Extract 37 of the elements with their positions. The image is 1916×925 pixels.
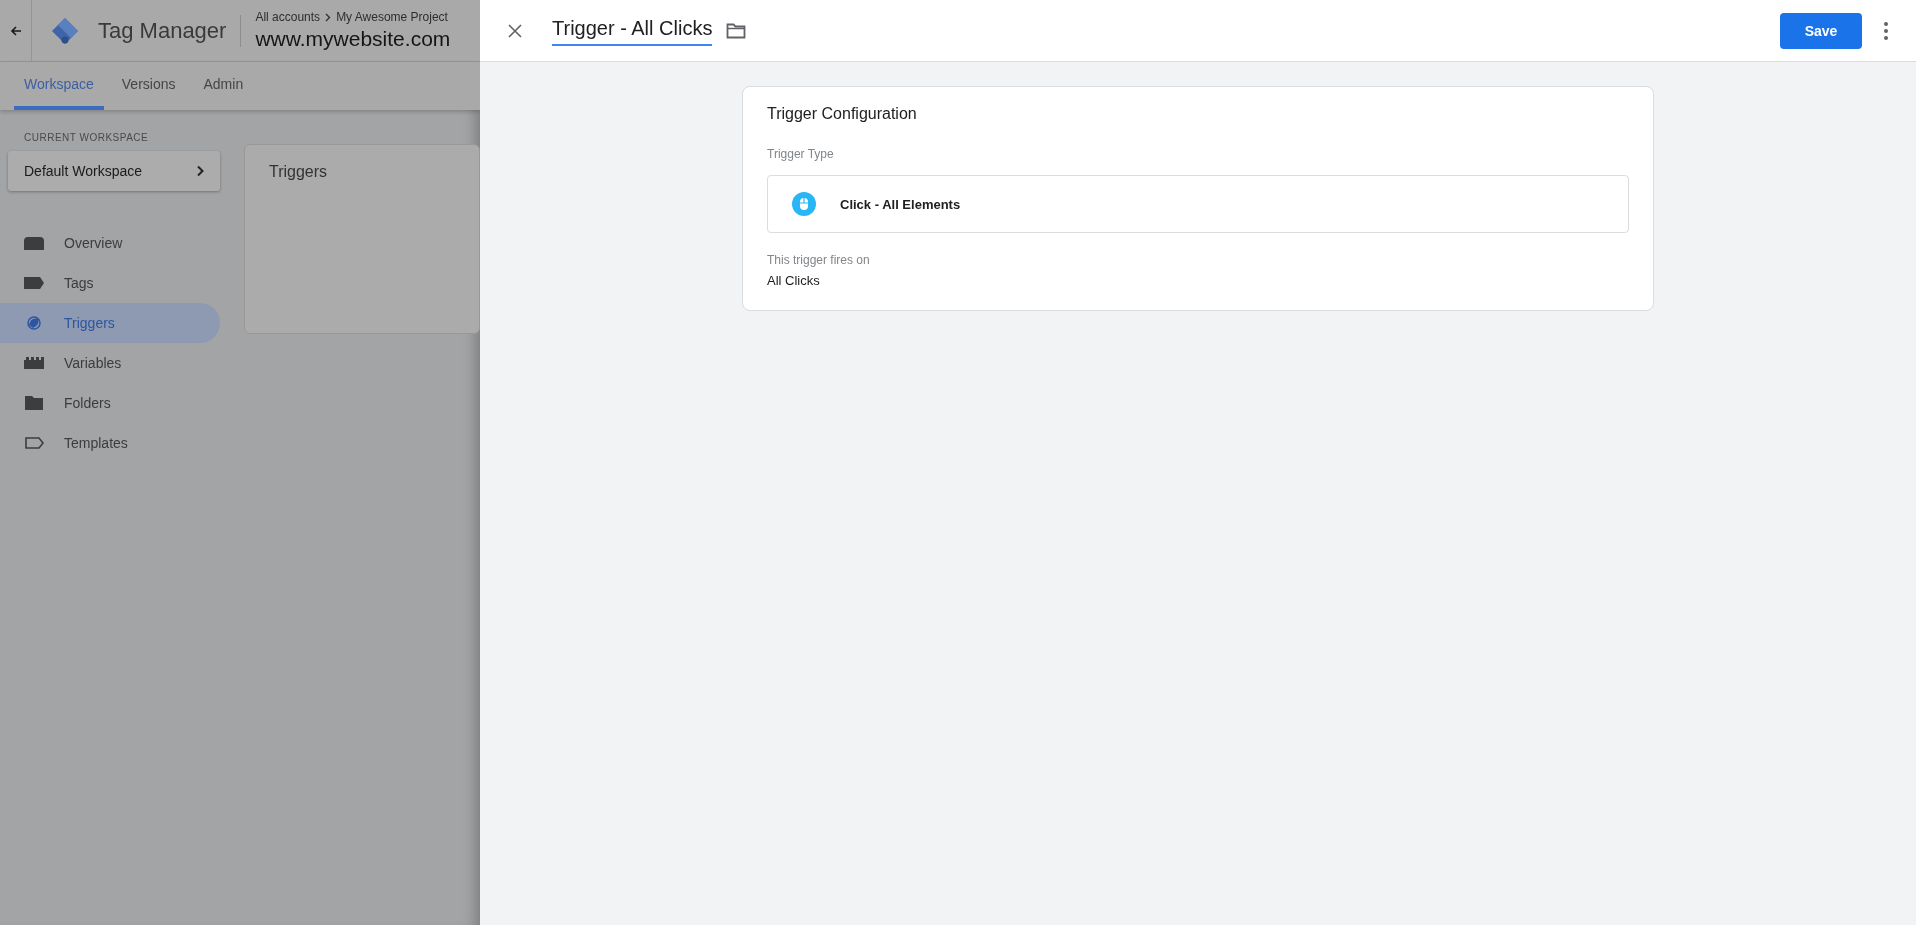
diamond-logo-icon	[50, 15, 80, 46]
field-label: Trigger Type	[767, 147, 835, 161]
chevron-right-icon	[325, 12, 332, 22]
workspace-selector[interactable]: Default Workspace	[8, 151, 220, 191]
trigger-type-selector[interactable]: Click - All Elements	[767, 175, 1629, 233]
nav-tab[interactable]: Workspace	[14, 62, 104, 110]
tag-icon	[24, 276, 44, 290]
sidebar-item[interactable]: Triggers	[0, 303, 220, 343]
sidebar-item[interactable]: Variables	[0, 343, 220, 383]
sidebar-item[interactable]: Overview	[0, 223, 220, 263]
sidebar-item[interactable]: Templates	[0, 423, 220, 463]
circle-icon	[24, 316, 44, 330]
workspace-label: CURRENT WORKSPACE	[24, 132, 150, 143]
close-icon	[508, 23, 522, 38]
folder-icon	[24, 396, 44, 410]
folder-icon[interactable]	[726, 22, 746, 39]
container-name[interactable]: www.mywebsite.com	[255, 27, 451, 51]
breadcrumb-link[interactable]: My Awesome Project	[336, 10, 448, 24]
card-title: Trigger Configuration	[767, 105, 918, 123]
product-name: Tag Manager	[98, 17, 227, 44]
nav-tab[interactable]: Admin	[193, 62, 254, 110]
chevron-right-icon	[196, 165, 204, 177]
save-button[interactable]: Save	[1780, 12, 1862, 49]
trigger-name-field[interactable]: Trigger - All Clicks	[552, 15, 712, 46]
breadcrumb-link[interactable]: All accounts	[255, 10, 321, 24]
box-icon	[24, 236, 44, 250]
mouse-icon	[792, 192, 816, 216]
field-label: This trigger fires on	[767, 253, 871, 267]
sidebar-item[interactable]: Tags	[0, 263, 220, 303]
field-value: All Clicks	[767, 273, 821, 288]
label-outline-icon	[24, 436, 44, 450]
more-icon[interactable]	[1884, 21, 1888, 40]
blocks-icon	[24, 356, 44, 370]
back-arrow-icon	[9, 24, 22, 37]
sidebar-item[interactable]: Folders	[0, 383, 220, 423]
card-title: Triggers	[269, 163, 328, 180]
nav-tab[interactable]: Versions	[111, 62, 186, 110]
